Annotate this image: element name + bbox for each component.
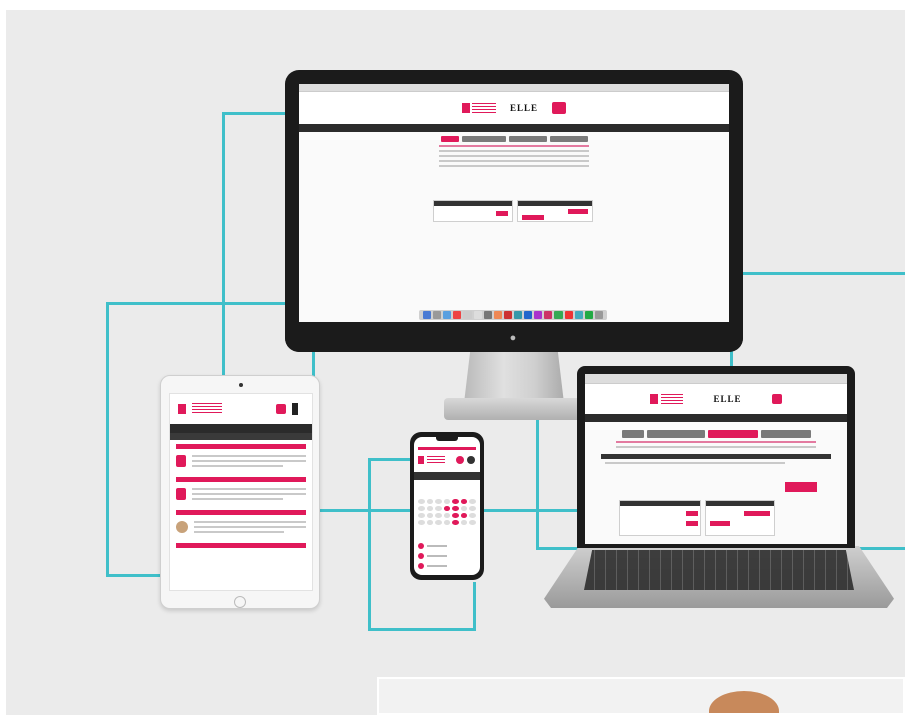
step-tabs (299, 136, 729, 142)
connector-line (368, 458, 371, 630)
step-tab (461, 136, 506, 142)
tablet-screen (169, 393, 313, 591)
imac-stand-foot (444, 398, 584, 420)
connector-line (473, 582, 476, 631)
menu-icon (292, 403, 298, 415)
content-panel (619, 500, 701, 536)
connector-line (536, 418, 539, 550)
text-line (605, 462, 785, 464)
user-icon (552, 102, 566, 114)
phone-list (418, 543, 447, 569)
browser-toolbar (299, 84, 729, 92)
section-bar (176, 477, 306, 482)
menu-icon (467, 456, 475, 464)
desktop-dock (419, 310, 607, 320)
laptop-screen: ELLE (585, 374, 847, 544)
apple-icon: ● (509, 332, 517, 344)
site-navbar (170, 424, 312, 433)
step-tab (440, 136, 459, 142)
site-logo (650, 394, 684, 404)
connector-line (368, 628, 476, 631)
panel-button[interactable] (568, 209, 588, 214)
phone-device (410, 432, 484, 580)
list-item (176, 521, 306, 533)
section-bar (176, 444, 306, 449)
sub-navbar (170, 433, 312, 440)
section-bar (176, 543, 306, 548)
browser-toolbar (585, 374, 847, 384)
panel-button[interactable] (744, 511, 770, 516)
step-tab[interactable] (760, 430, 811, 438)
site-navbar (299, 124, 729, 132)
panel-button[interactable] (496, 211, 508, 216)
text-line (439, 165, 589, 167)
connector-line (859, 547, 905, 550)
site-header: ELLE (585, 384, 847, 414)
desktop-monitor: ELLE ● (285, 70, 743, 352)
text-line (439, 160, 589, 162)
step-tab[interactable] (707, 430, 758, 438)
site-navbar (585, 414, 847, 422)
step-tab (549, 136, 588, 142)
step-tabs (585, 430, 847, 438)
elle-logo: ELLE (509, 103, 538, 113)
list-item (176, 455, 306, 467)
text-line (439, 150, 589, 152)
connector-line (484, 509, 582, 512)
step-tab (508, 136, 547, 142)
content-panel (517, 200, 593, 222)
connector-line (368, 458, 416, 461)
tablet-device (160, 375, 320, 609)
site-logo (461, 103, 496, 113)
connector-line (106, 574, 166, 577)
user-icon (771, 394, 782, 404)
laptop-keyboard (584, 550, 854, 590)
elle-logo: ELLE (713, 394, 742, 404)
calendar-grid (418, 499, 476, 525)
list-item (176, 488, 306, 500)
panel-button[interactable] (686, 521, 698, 526)
step-tab[interactable] (621, 430, 644, 438)
home-button[interactable] (234, 596, 246, 608)
connector-line (106, 302, 109, 577)
panel-button[interactable] (686, 511, 698, 516)
connector-line (743, 272, 905, 275)
laptop-device: ELLE (577, 366, 855, 548)
desktop-chin: ● (285, 322, 743, 352)
calendar-header (414, 472, 480, 480)
text-line (616, 441, 816, 443)
section-bar (601, 454, 831, 459)
content-panel (433, 200, 513, 222)
phone-screen (414, 437, 480, 575)
connector-line (222, 112, 292, 115)
person-photo (709, 691, 779, 713)
site-header (170, 394, 312, 424)
desktop-screen: ELLE (299, 84, 729, 322)
photo-card (377, 677, 905, 715)
text-line (439, 155, 589, 157)
user-icon (456, 456, 464, 464)
connector-line (106, 302, 291, 305)
user-icon (276, 404, 286, 414)
section-bar (176, 510, 306, 515)
camera-icon (239, 383, 243, 387)
text-line (439, 145, 589, 147)
panel-button[interactable] (522, 215, 544, 220)
text-line (616, 446, 816, 448)
connector-line (222, 112, 225, 380)
content-panel (705, 500, 775, 536)
panel-button[interactable] (710, 521, 730, 526)
step-tab[interactable] (646, 430, 705, 438)
site-header (418, 456, 476, 464)
site-header: ELLE (299, 92, 729, 124)
action-button[interactable] (785, 482, 817, 492)
